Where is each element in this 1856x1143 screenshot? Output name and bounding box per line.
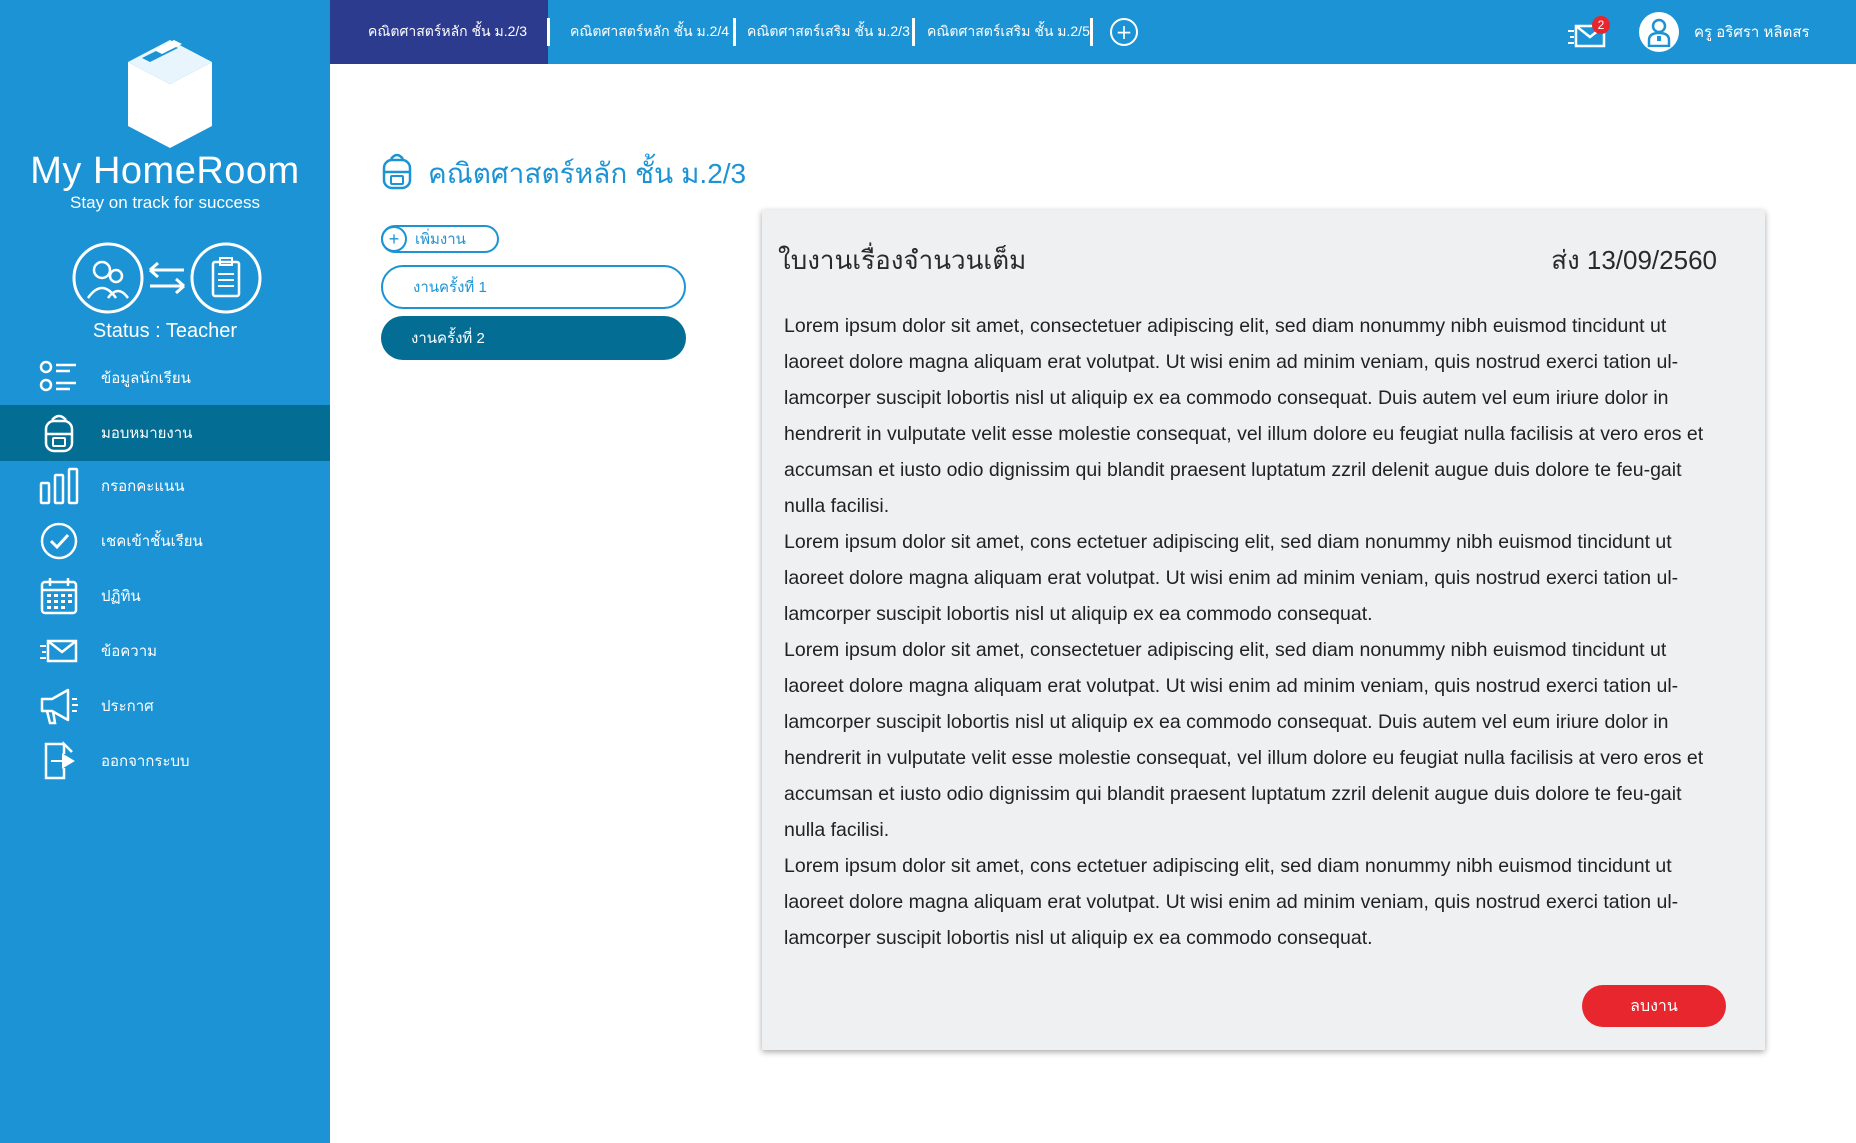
tab-divider	[1090, 18, 1093, 46]
assignment-card: ใบงานเรื่องจำนวนเต็ม ส่ง 13/09/2560 Lore…	[762, 210, 1765, 1050]
backpack-icon	[382, 153, 412, 190]
sidebar-item-logout[interactable]: ออกจากระบบ	[0, 733, 330, 789]
page-title: คณิตศาสตร์หลัก ชั้น ม.2/3	[428, 158, 747, 189]
tab-label: คณิตศาสตร์หลัก ชั้น ม.2/3	[368, 23, 528, 39]
sidebar-item-label: กรอกคะแนน	[101, 478, 185, 495]
assignment-body: Lorem ipsum dolor sit amet, consectetuer…	[784, 308, 1724, 956]
add-work-button[interactable]: + เพิ่มงาน	[381, 225, 499, 253]
work-item-1[interactable]: งานครั้งที่ 1	[381, 265, 686, 309]
work-item-2[interactable]: งานครั้งที่ 2	[381, 316, 686, 360]
sidebar-item-scores[interactable]: กรอกคะแนน	[0, 458, 330, 514]
sidebar-item-label: ออกจากระบบ	[101, 753, 190, 770]
teacher-switch-icon	[72, 242, 262, 314]
assignment-paragraph: Lorem ipsum dolor sit amet, cons ectetue…	[784, 531, 1679, 625]
assignment-title: ใบงานเรื่องจำนวนเต็ม	[778, 245, 1027, 275]
sidebar-item-announcements[interactable]: ประกาศ	[0, 678, 330, 734]
logout-icon	[44, 740, 75, 780]
user-status: Status : Teacher	[92, 320, 238, 342]
tab-class-4[interactable]: คณิตศาสตร์เสริม ชั้น ม.2/5	[927, 0, 1090, 64]
sidebar: My HomeRoom Stay on track for success St…	[0, 0, 330, 1143]
sidebar-item-label: ประกาศ	[101, 698, 154, 715]
brand-name: My HomeRoom	[30, 150, 300, 192]
sidebar-item-label: ปฏิทิน	[101, 588, 141, 605]
add-work-label: เพิ่มงาน	[415, 231, 466, 248]
tab-class-1[interactable]: คณิตศาสตร์หลัก ชั้น ม.2/3	[330, 0, 548, 64]
student-list-icon	[39, 360, 76, 392]
plus-icon: +	[381, 226, 407, 252]
tab-label: คณิตศาสตร์เสริม ชั้น ม.2/5	[927, 23, 1090, 39]
avatar[interactable]	[1639, 12, 1679, 52]
sidebar-item-messages[interactable]: ข้อความ	[0, 623, 330, 679]
calendar-icon	[40, 578, 78, 615]
book-logo-icon	[128, 40, 212, 148]
assignment-paragraph: Lorem ipsum dolor sit amet, consectetuer…	[784, 639, 1704, 841]
tab-class-2[interactable]: คณิตศาสตร์หลัก ชั้น ม.2/4	[570, 0, 729, 64]
tab-class-3[interactable]: คณิตศาสตร์เสริม ชั้น ม.2/3	[747, 0, 910, 64]
sidebar-item-label: เชคเข้าชั้นเรียน	[101, 533, 203, 550]
sidebar-item-label: มอบหมายงาน	[101, 425, 193, 442]
delete-work-button[interactable]: ลบงาน	[1582, 985, 1726, 1027]
assignment-paragraph: Lorem ipsum dolor sit amet, consectetuer…	[784, 315, 1704, 517]
tab-label: คณิตศาสตร์หลัก ชั้น ม.2/4	[570, 23, 730, 39]
backpack-icon	[44, 414, 74, 453]
tab-divider	[912, 18, 915, 46]
assignment-due-date: ส่ง 13/09/2560	[1551, 245, 1717, 275]
work-item-label: งานครั้งที่ 2	[411, 330, 485, 347]
assignment-paragraph: Lorem ipsum dolor sit amet, cons ectetue…	[784, 855, 1679, 949]
mail-icon	[40, 639, 78, 663]
tab-divider	[547, 18, 550, 46]
user-name[interactable]: ครู อริศรา หลิตสร	[1694, 0, 1810, 64]
sidebar-item-label: ข้อความ	[101, 643, 158, 660]
brand-tagline: Stay on track for success	[70, 193, 260, 212]
sidebar-item-calendar[interactable]: ปฏิทิน	[0, 568, 330, 624]
work-item-label: งานครั้งที่ 1	[413, 279, 487, 296]
sidebar-item-attendance[interactable]: เชคเข้าชั้นเรียน	[0, 513, 330, 569]
add-tab-button[interactable]: +	[1110, 18, 1138, 46]
mail-count-badge: 2	[1592, 16, 1610, 34]
sidebar-item-label: ข้อมูลนักเรียน	[101, 370, 191, 387]
tab-divider	[733, 18, 736, 46]
check-circle-icon	[40, 522, 78, 560]
user-icon	[1647, 18, 1671, 47]
top-bar: คณิตศาสตร์หลัก ชั้น ม.2/3 คณิตศาสตร์หลัก…	[330, 0, 1856, 64]
tab-label: คณิตศาสตร์เสริม ชั้น ม.2/3	[747, 23, 910, 39]
sidebar-item-students[interactable]: ข้อมูลนักเรียน	[0, 350, 330, 406]
megaphone-icon	[40, 688, 78, 725]
sidebar-item-assignments[interactable]: มอบหมายงาน	[0, 405, 330, 461]
bar-chart-icon	[39, 467, 79, 505]
